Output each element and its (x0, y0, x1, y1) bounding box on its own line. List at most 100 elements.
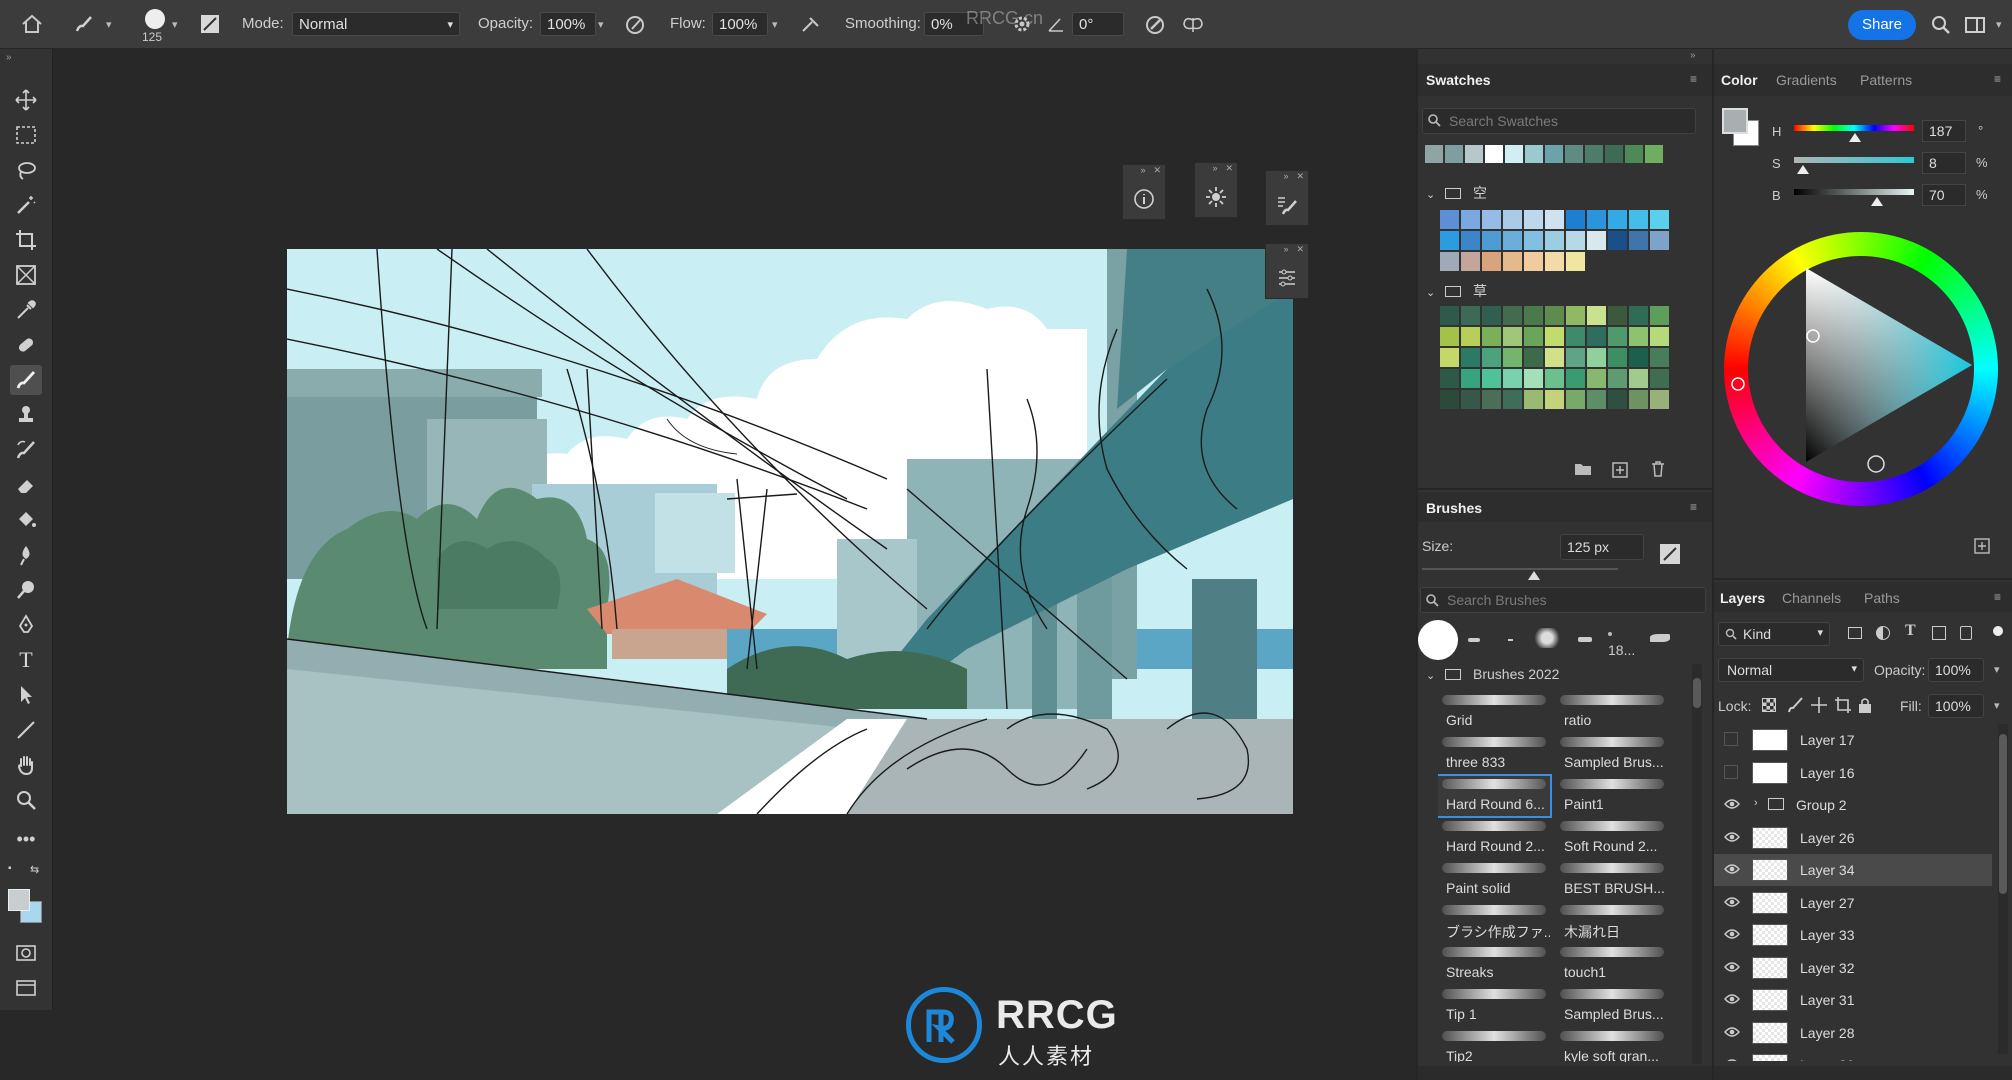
scrollbar-thumb[interactable] (1693, 678, 1701, 708)
tab-gradients[interactable]: Gradients (1776, 72, 1837, 88)
path-selection-icon[interactable] (10, 680, 42, 710)
screen-mode-icon[interactable] (10, 973, 42, 1003)
brush-preset[interactable]: touch1 (1556, 944, 1668, 984)
color-swatch[interactable] (1545, 252, 1564, 271)
color-swatch[interactable] (1461, 390, 1480, 409)
color-swatch[interactable] (1440, 231, 1459, 250)
color-swatch[interactable] (1503, 210, 1522, 229)
color-swatch[interactable] (1545, 348, 1564, 367)
trash-icon[interactable] (1651, 461, 1665, 482)
eraser-icon[interactable] (10, 470, 42, 500)
color-swatch[interactable] (1650, 348, 1669, 367)
brush-preset[interactable]: Streaks (1438, 944, 1550, 984)
color-swatch[interactable] (1629, 327, 1648, 346)
lock-all-icon[interactable] (1858, 696, 1872, 719)
workspace-icon[interactable] (1962, 12, 1988, 38)
brightness-slider[interactable] (1794, 189, 1914, 195)
crop-tool-icon[interactable] (10, 225, 42, 255)
brush-preset[interactable]: Hard Round 6... (1438, 774, 1552, 818)
brush-preset[interactable]: Paint solid (1438, 860, 1550, 900)
brightness-slider-thumb[interactable] (1871, 197, 1883, 206)
color-swatch[interactable] (1545, 369, 1564, 388)
layer-row[interactable]: Layer 29 (1714, 1049, 1992, 1061)
mode-select[interactable]: Normal ▾ (292, 12, 460, 36)
magic-wand-icon[interactable] (10, 190, 42, 220)
color-swatch[interactable] (1440, 306, 1459, 325)
brightness-field[interactable]: 70 (1922, 184, 1966, 206)
color-swatch[interactable] (1461, 210, 1480, 229)
recent-brush-icon[interactable] (1650, 634, 1670, 642)
tab-color[interactable]: Color (1721, 72, 1758, 88)
visibility-eye-icon[interactable] (1724, 732, 1740, 746)
layer-row[interactable]: › Group 2 (1714, 789, 1992, 821)
brush-tool-icon[interactable] (10, 365, 42, 395)
color-swatch[interactable] (1545, 231, 1564, 250)
brush-size-slider[interactable] (1422, 568, 1618, 570)
chevron-down-icon[interactable]: ▾ (1994, 663, 2000, 676)
color-swatch[interactable] (1440, 210, 1459, 229)
color-swatch[interactable] (1566, 390, 1585, 409)
lasso-tool-icon[interactable] (10, 155, 42, 185)
color-swatch[interactable] (1482, 390, 1501, 409)
brush-preset[interactable]: three 833 (1438, 734, 1550, 774)
brush-preset[interactable]: Soft Round 2... (1556, 818, 1668, 858)
color-swatch[interactable] (1608, 306, 1627, 325)
opacity-field[interactable]: 100% (540, 12, 596, 36)
brush-preset[interactable]: Tip2 (1438, 1028, 1550, 1062)
close-icon[interactable]: ✕ (1225, 163, 1233, 177)
color-swatch[interactable] (1482, 348, 1501, 367)
color-swatch[interactable] (1566, 369, 1585, 388)
chevron-right-icon[interactable]: › (1754, 797, 1758, 809)
saturation-field[interactable]: 8 (1922, 152, 1966, 174)
recent-brush-icon[interactable] (1508, 639, 1513, 641)
recent-brush-round-icon[interactable] (1418, 620, 1458, 660)
add-swatch-icon[interactable] (1612, 462, 1628, 483)
color-swatch[interactable] (1465, 145, 1483, 163)
tab-patterns[interactable]: Patterns (1860, 72, 1912, 88)
color-swatch[interactable] (1461, 252, 1480, 271)
color-swatch[interactable] (1608, 210, 1627, 229)
collapse-icon[interactable]: » (1283, 244, 1288, 258)
zoom-tool-icon[interactable] (10, 785, 42, 815)
recent-brush-icon[interactable] (1468, 638, 1480, 642)
color-swatch[interactable] (1545, 210, 1564, 229)
brush-size-field[interactable]: 125 px (1560, 534, 1644, 560)
dodge-tool-icon[interactable] (10, 575, 42, 605)
artwork-canvas[interactable] (287, 249, 1293, 814)
color-swatch[interactable] (1524, 231, 1543, 250)
brush-list-icon[interactable] (1266, 185, 1308, 225)
brush-settings-icon[interactable] (1660, 544, 1680, 564)
pressure-size-icon[interactable] (1142, 12, 1168, 38)
marquee-tool-icon[interactable] (10, 120, 42, 150)
info-icon[interactable] (1123, 179, 1165, 219)
color-swatch[interactable] (1587, 327, 1606, 346)
color-swatch[interactable] (1566, 327, 1585, 346)
color-swatch[interactable] (1650, 306, 1669, 325)
layer-row[interactable]: Layer 16 (1714, 757, 1992, 789)
visibility-eye-icon[interactable] (1724, 895, 1740, 909)
panel-menu-icon[interactable]: ≡ (1690, 72, 1697, 86)
brush-settings-icon[interactable] (198, 12, 222, 36)
tab-channels[interactable]: Channels (1782, 590, 1841, 606)
visibility-eye-icon[interactable] (1724, 1057, 1740, 1061)
hue-ring-marker[interactable] (1731, 377, 1745, 391)
visibility-eye-icon[interactable] (1724, 960, 1740, 974)
color-swatch[interactable] (1608, 348, 1627, 367)
lock-artboard-icon[interactable] (1834, 696, 1852, 719)
color-swatch[interactable] (1587, 369, 1606, 388)
filter-adjustment-icon[interactable] (1876, 626, 1890, 640)
close-icon[interactable]: ✕ (1153, 165, 1161, 179)
gear-icon[interactable] (1010, 12, 1034, 36)
color-swatch[interactable] (1482, 210, 1501, 229)
chevron-down-icon[interactable]: ▾ (1996, 18, 2002, 31)
color-swatch[interactable] (1482, 231, 1501, 250)
color-swatch[interactable] (1629, 306, 1648, 325)
lock-transparency-icon[interactable] (1762, 698, 1776, 712)
collapse-icon[interactable]: » (1690, 50, 1696, 61)
collapse-icon[interactable]: » (1212, 163, 1217, 177)
color-swatch[interactable] (1645, 145, 1663, 163)
color-swatch[interactable] (1629, 369, 1648, 388)
color-wheel[interactable] (1724, 232, 1998, 506)
swatches-search-input[interactable]: Search Swatches (1422, 108, 1696, 134)
history-brush-icon[interactable] (10, 435, 42, 465)
